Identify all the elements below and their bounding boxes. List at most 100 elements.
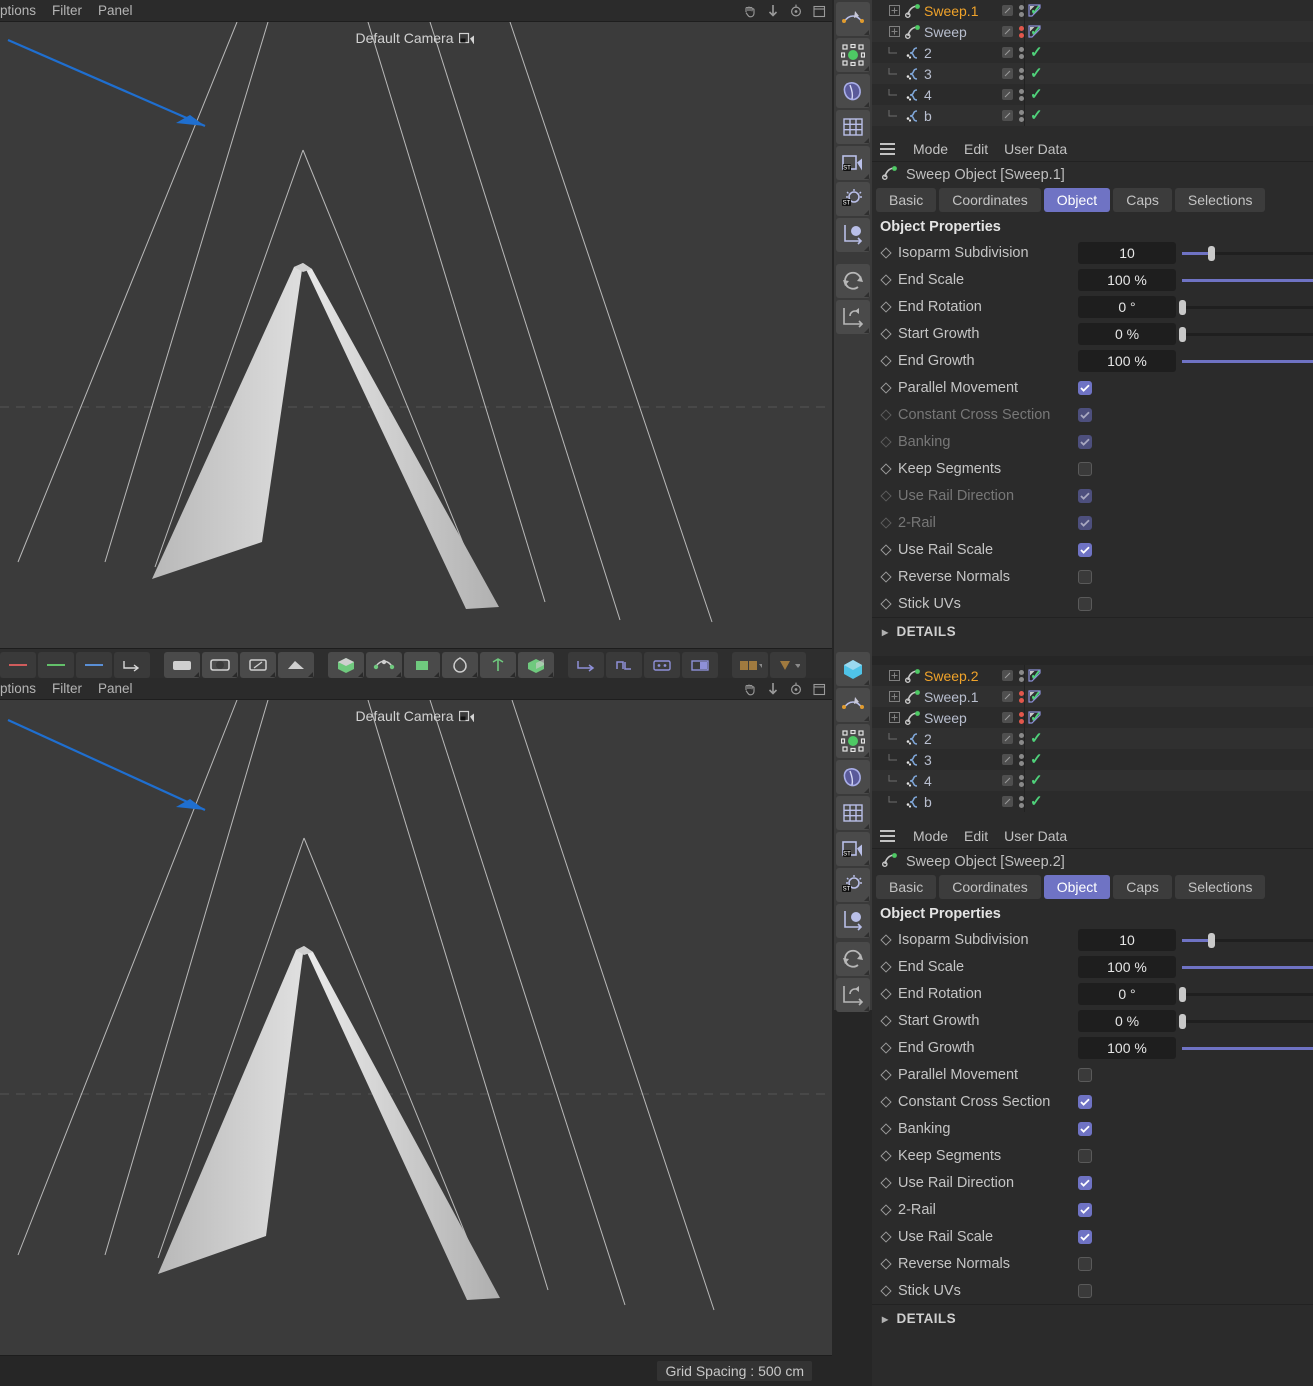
mograph-button[interactable]	[518, 652, 554, 678]
object-name[interactable]: Sweep.1	[924, 689, 996, 705]
slider-track[interactable]	[1182, 350, 1313, 372]
null-object-icon[interactable]	[836, 724, 870, 758]
align-button[interactable]	[606, 652, 642, 678]
slider-track[interactable]	[1179, 983, 1313, 1005]
numeric-input[interactable]: 10	[1078, 241, 1176, 264]
checkbox[interactable]	[1078, 1229, 1092, 1244]
enabled-check-icon[interactable]: ✓	[1030, 108, 1043, 123]
scene-object-button[interactable]	[480, 652, 516, 678]
object-manager-row[interactable]: Sweep ✓	[872, 707, 1313, 728]
details-expander[interactable]: ▸ DETAILS	[872, 1304, 1313, 1332]
tab-basic[interactable]: Basic	[876, 188, 937, 212]
menu-edit[interactable]: Edit	[964, 141, 988, 157]
checkbox[interactable]	[1078, 461, 1092, 476]
render-queue-button[interactable]	[278, 652, 314, 678]
slider-track[interactable]	[1182, 1037, 1313, 1059]
checkbox[interactable]	[1078, 1283, 1092, 1298]
numeric-input[interactable]: 100 %	[1078, 1036, 1176, 1059]
spline-primitive-button[interactable]	[366, 652, 402, 678]
selection-tag-icon[interactable]	[1028, 690, 1041, 703]
object-manager-row[interactable]: 2 ✓	[872, 42, 1313, 63]
animate-keyframe-icon[interactable]	[880, 543, 892, 556]
tab-caps[interactable]: Caps	[1113, 188, 1172, 212]
object-name[interactable]: 4	[924, 87, 996, 103]
tab-coordinates[interactable]: Coordinates	[939, 875, 1041, 899]
object-layer-checkbox[interactable]	[1002, 89, 1013, 100]
axis-object-icon[interactable]	[836, 218, 870, 252]
enabled-check-icon[interactable]: ✓	[1030, 66, 1043, 81]
object-layer-checkbox[interactable]	[1002, 712, 1013, 723]
object-manager-bottom[interactable]: Sweep.2 ✓ Sweep.1 ✓ Sweep ✓ 2 ✓ 3 ✓ 4 ✓ b ✓	[872, 665, 1313, 823]
animate-keyframe-icon[interactable]	[880, 435, 892, 448]
tab-basic[interactable]: Basic	[876, 875, 937, 899]
tab-selections[interactable]: Selections	[1174, 188, 1266, 212]
tab-object[interactable]: Object	[1043, 875, 1111, 899]
spline-pen-icon[interactable]	[836, 2, 870, 36]
subdivision-surface-icon[interactable]	[836, 264, 870, 298]
object-manager-row[interactable]: Sweep.2 ✓	[872, 665, 1313, 686]
spline-pen-icon[interactable]	[836, 688, 870, 722]
render-settings-button[interactable]	[240, 652, 276, 678]
checkbox[interactable]	[1078, 1121, 1092, 1136]
object-name[interactable]: 2	[924, 45, 996, 61]
expand-toggle-icon[interactable]	[872, 670, 902, 681]
menu-user-data[interactable]: User Data	[1004, 141, 1067, 157]
object-manager-row[interactable]: 4 ✓	[872, 84, 1313, 105]
checkbox[interactable]	[1078, 1094, 1092, 1109]
animate-keyframe-icon[interactable]	[880, 1257, 892, 1270]
light-icon[interactable]: ST	[836, 868, 870, 902]
enabled-check-icon[interactable]: ✓	[1030, 87, 1043, 102]
checkbox[interactable]	[1078, 1202, 1092, 1217]
object-manager-row[interactable]: b ✓	[872, 105, 1313, 126]
cube-primitive-button[interactable]	[328, 652, 364, 678]
animate-keyframe-icon[interactable]	[880, 273, 892, 286]
numeric-input[interactable]: 100 %	[1078, 955, 1176, 978]
checkbox[interactable]	[1078, 380, 1092, 395]
material-swatch-button[interactable]	[732, 652, 768, 678]
viewport-top-canvas[interactable]: Default Camera	[0, 22, 832, 648]
expand-toggle-icon[interactable]	[872, 26, 902, 37]
animate-keyframe-icon[interactable]	[880, 1014, 892, 1027]
object-name[interactable]: Sweep.2	[924, 668, 996, 684]
axis-y-button[interactable]	[38, 652, 74, 678]
animate-keyframe-icon[interactable]	[880, 1230, 892, 1243]
animate-keyframe-icon[interactable]	[880, 300, 892, 313]
animate-keyframe-icon[interactable]	[880, 489, 892, 502]
deformer-icon[interactable]	[836, 74, 870, 108]
animate-keyframe-icon[interactable]	[880, 462, 892, 475]
cube-object-icon[interactable]	[836, 652, 870, 686]
animate-keyframe-icon[interactable]	[880, 1149, 892, 1162]
animate-keyframe-icon[interactable]	[880, 570, 892, 583]
enabled-check-icon[interactable]: ✓	[1030, 773, 1043, 788]
enabled-check-icon[interactable]: ✓	[1030, 794, 1043, 809]
animate-keyframe-icon[interactable]	[880, 1122, 892, 1135]
menu-mode[interactable]: Mode	[913, 141, 948, 157]
numeric-input[interactable]: 0 °	[1078, 295, 1176, 318]
rotate-icon[interactable]	[789, 682, 803, 696]
animate-keyframe-icon[interactable]	[880, 933, 892, 946]
tab-coordinates[interactable]: Coordinates	[939, 188, 1041, 212]
attribute-manager-bottom[interactable]: Mode Edit User Data Sweep Object [Sweep.2] B…	[872, 823, 1313, 1386]
checkbox[interactable]	[1078, 1256, 1092, 1271]
numeric-input[interactable]: 10	[1078, 928, 1176, 951]
camera-icon[interactable]: ST	[836, 832, 870, 866]
object-layer-checkbox[interactable]	[1002, 670, 1013, 681]
subdivision-surface-icon[interactable]	[836, 942, 870, 976]
checkbox[interactable]	[1078, 434, 1092, 449]
animate-keyframe-icon[interactable]	[880, 1176, 892, 1189]
selection-tag-icon[interactable]	[1028, 25, 1041, 38]
checkbox[interactable]	[1078, 569, 1092, 584]
object-layer-checkbox[interactable]	[1002, 733, 1013, 744]
move-down-icon[interactable]	[767, 682, 779, 696]
object-name[interactable]: Sweep	[924, 710, 996, 726]
viewport-menu-options[interactable]: ptions	[0, 681, 36, 696]
object-name[interactable]: 3	[924, 66, 996, 82]
object-name[interactable]: Sweep	[924, 24, 996, 40]
menu-user-data[interactable]: User Data	[1004, 828, 1067, 844]
light-icon[interactable]: ST	[836, 182, 870, 216]
enabled-check-icon[interactable]: ✓	[1030, 731, 1043, 746]
object-layer-checkbox[interactable]	[1002, 796, 1013, 807]
move-down-icon[interactable]	[767, 4, 779, 18]
render-view-button[interactable]	[164, 652, 200, 678]
slider-track[interactable]	[1182, 929, 1313, 951]
